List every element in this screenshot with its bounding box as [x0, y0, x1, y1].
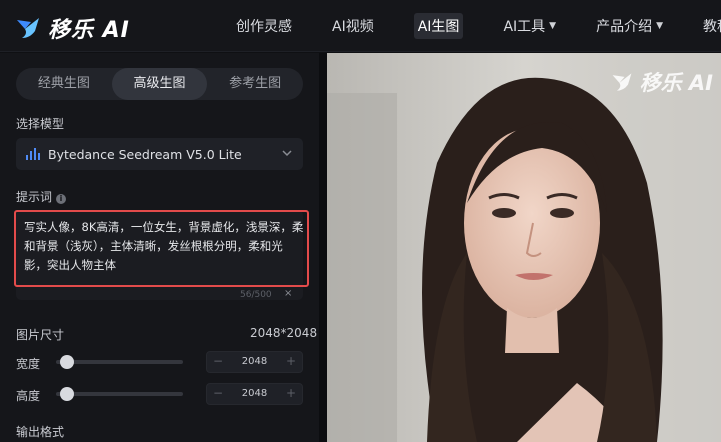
prompt-char-counter: 56/500 [240, 290, 272, 300]
height-label: 高度 [16, 389, 41, 403]
top-navigation-bar: 移乐 AI 创作灵感 AI视频 AI生图 AI工具▼ 产品介绍▼ 教程&知 [0, 0, 721, 52]
nav-item-ai-image[interactable]: AI生图 [413, 13, 464, 39]
watermark-logo-icon [612, 73, 632, 91]
brand-name: 移乐 AI [48, 18, 130, 43]
nav-item-ai-video[interactable]: AI视频 [332, 16, 374, 36]
nav-item-product[interactable]: 产品介绍 ▼ [596, 16, 663, 36]
watermark-text: 移乐 AI [639, 71, 713, 95]
model-select[interactable]: Bytedance Seedream V5.0 Lite [16, 138, 303, 170]
model-selected-value: Bytedance Seedream V5.0 Lite [48, 146, 242, 162]
prompt-label: 提示词 i [16, 188, 67, 205]
nav-item-ai-tools[interactable]: AI工具 ▼ [503, 16, 556, 36]
size-value: 2048*2048 [250, 326, 318, 340]
clear-prompt-button[interactable]: × [284, 288, 292, 299]
caret-down-icon: ▼ [549, 21, 557, 31]
watermark: 移乐 AI [610, 67, 713, 97]
increment-button[interactable]: + [286, 354, 296, 368]
nav-item-inspiration[interactable]: 创作灵感 [236, 16, 292, 36]
nav-item-tutorials[interactable]: 教程&知 [703, 16, 721, 36]
tab-reference[interactable]: 参考生图 [207, 68, 303, 100]
generated-image-preview[interactable]: 移乐 AI [327, 53, 721, 442]
height-slider[interactable] [56, 392, 183, 396]
bars-icon [26, 148, 40, 160]
model-label: 选择模型 [16, 117, 65, 131]
tab-advanced[interactable]: 高级生图 [111, 68, 208, 100]
width-slider[interactable] [56, 360, 183, 364]
width-slider-thumb[interactable] [59, 355, 74, 369]
width-label: 宽度 [16, 357, 41, 371]
height-slider-thumb[interactable] [59, 387, 74, 401]
logo-icon [17, 18, 39, 38]
main-nav: 创作灵感 AI视频 AI生图 AI工具▼ 产品介绍▼ 教程&知 [236, 0, 721, 52]
panel-divider[interactable] [319, 53, 327, 442]
size-label: 图片尺寸 [16, 328, 65, 342]
portrait-photo [327, 53, 721, 442]
tab-classic[interactable]: 经典生图 [16, 68, 112, 100]
prompt-text: 写实人像，8K高清，一位女生，背景虚化，浅景深，柔和背景（浅灰），主体清晰，发丝… [24, 220, 304, 272]
brand-logo[interactable]: 移乐 AI [14, 12, 130, 44]
info-icon[interactable]: i [56, 194, 67, 204]
chevron-down-icon [282, 150, 292, 157]
width-stepper[interactable]: − 2048 + [206, 351, 303, 373]
mode-tabs: 经典生图 高级生图 参考生图 [16, 68, 303, 100]
output-format-label: 输出格式 [16, 425, 65, 439]
caret-down-icon: ▼ [656, 21, 663, 31]
height-stepper[interactable]: − 2048 + [206, 383, 303, 405]
increment-button[interactable]: + [286, 386, 296, 400]
